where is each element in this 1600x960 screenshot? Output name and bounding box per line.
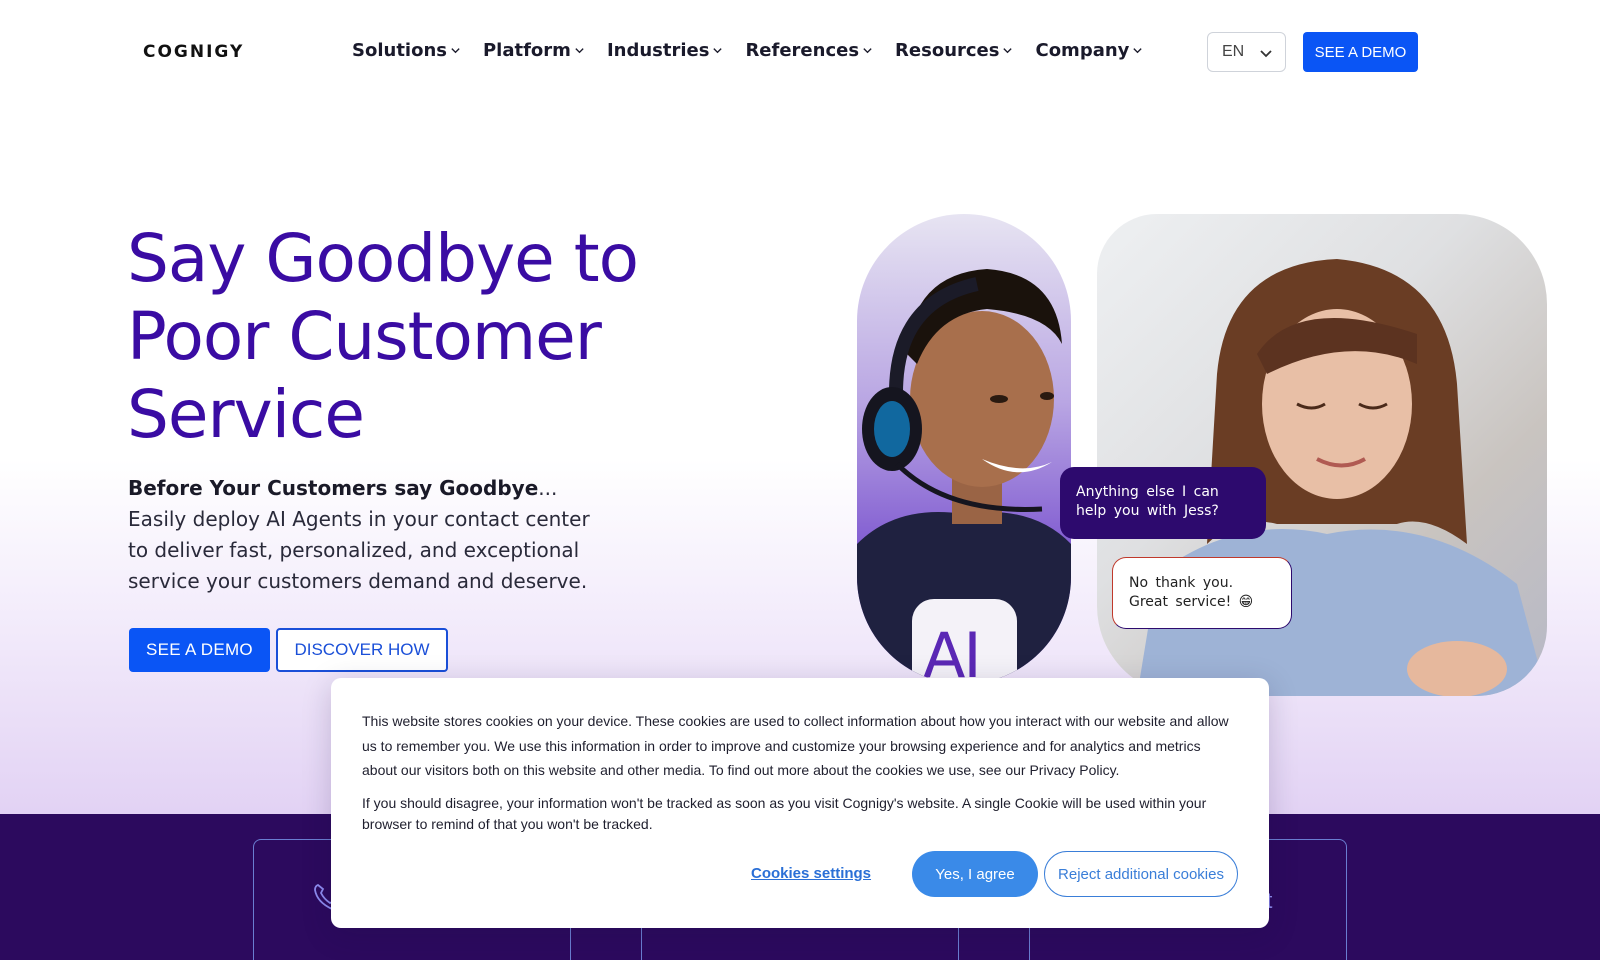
nav-company[interactable]: Company [1035,40,1143,61]
nav-label: Industries [606,40,710,61]
see-demo-button[interactable]: SEE A DEMO [1303,32,1418,72]
reject-cookies-button[interactable]: Reject additional cookies [1044,851,1238,897]
chevron-down-icon [713,48,723,54]
chevron-down-icon [575,48,584,54]
hero-see-demo-button[interactable]: SEE A DEMO [129,628,270,672]
nav-solutions[interactable]: Solutions [352,40,461,61]
agent-photo: AI [857,214,1071,684]
hero-description-bold: Before Your Customers say Goodbye [128,476,539,500]
chevron-down-icon [1260,50,1272,58]
chevron-down-icon [1133,48,1143,54]
site-header: COGNIGY Solutions Platform Industries Re… [0,0,1600,104]
ai-badge: AI [923,619,982,684]
discover-how-button[interactable]: DISCOVER HOW [276,628,448,672]
nav-industries[interactable]: Industries [607,40,724,61]
nav-label: Platform [482,40,571,61]
nav-label: References [745,40,860,61]
hero-title: Say Goodbye to Poor Customer Service [127,220,647,454]
accept-cookies-button[interactable]: Yes, I agree [912,851,1038,897]
hero-description: Before Your Customers say Goodbye... Eas… [128,473,608,597]
main-nav: Solutions Platform Industries References… [352,40,1165,61]
cookie-text-secondary: If you should disagree, your information… [362,795,1207,832]
cookie-text: This website stores cookies on your devi… [362,713,1229,778]
nav-label: Solutions [352,40,447,61]
nav-label: Resources [895,40,1000,61]
hero-title-line: Service [127,376,365,453]
chevron-down-icon [863,48,872,54]
cookies-settings-link[interactable]: Cookies settings [751,865,871,882]
chevron-down-icon [451,48,460,54]
hero-title-line: Say Goodbye to [127,220,639,297]
logo[interactable]: COGNIGY [143,42,244,62]
nav-references[interactable]: References [745,40,873,61]
nav-resources[interactable]: Resources [895,40,1013,61]
language-value: EN [1222,43,1245,60]
cookie-banner: This website stores cookies on your devi… [331,678,1269,928]
nav-label: Company [1035,40,1130,61]
chat-bubble-customer: No thank you. Great service! 😁 [1112,557,1292,629]
hero-title-line: Poor Customer [127,298,602,375]
chevron-down-icon [1003,48,1013,54]
nav-platform[interactable]: Platform [483,40,585,61]
agent-illustration [857,269,1071,684]
language-select[interactable]: EN [1207,32,1286,72]
chat-bubble-agent: Anything else I can help you with Jess? [1060,467,1266,539]
